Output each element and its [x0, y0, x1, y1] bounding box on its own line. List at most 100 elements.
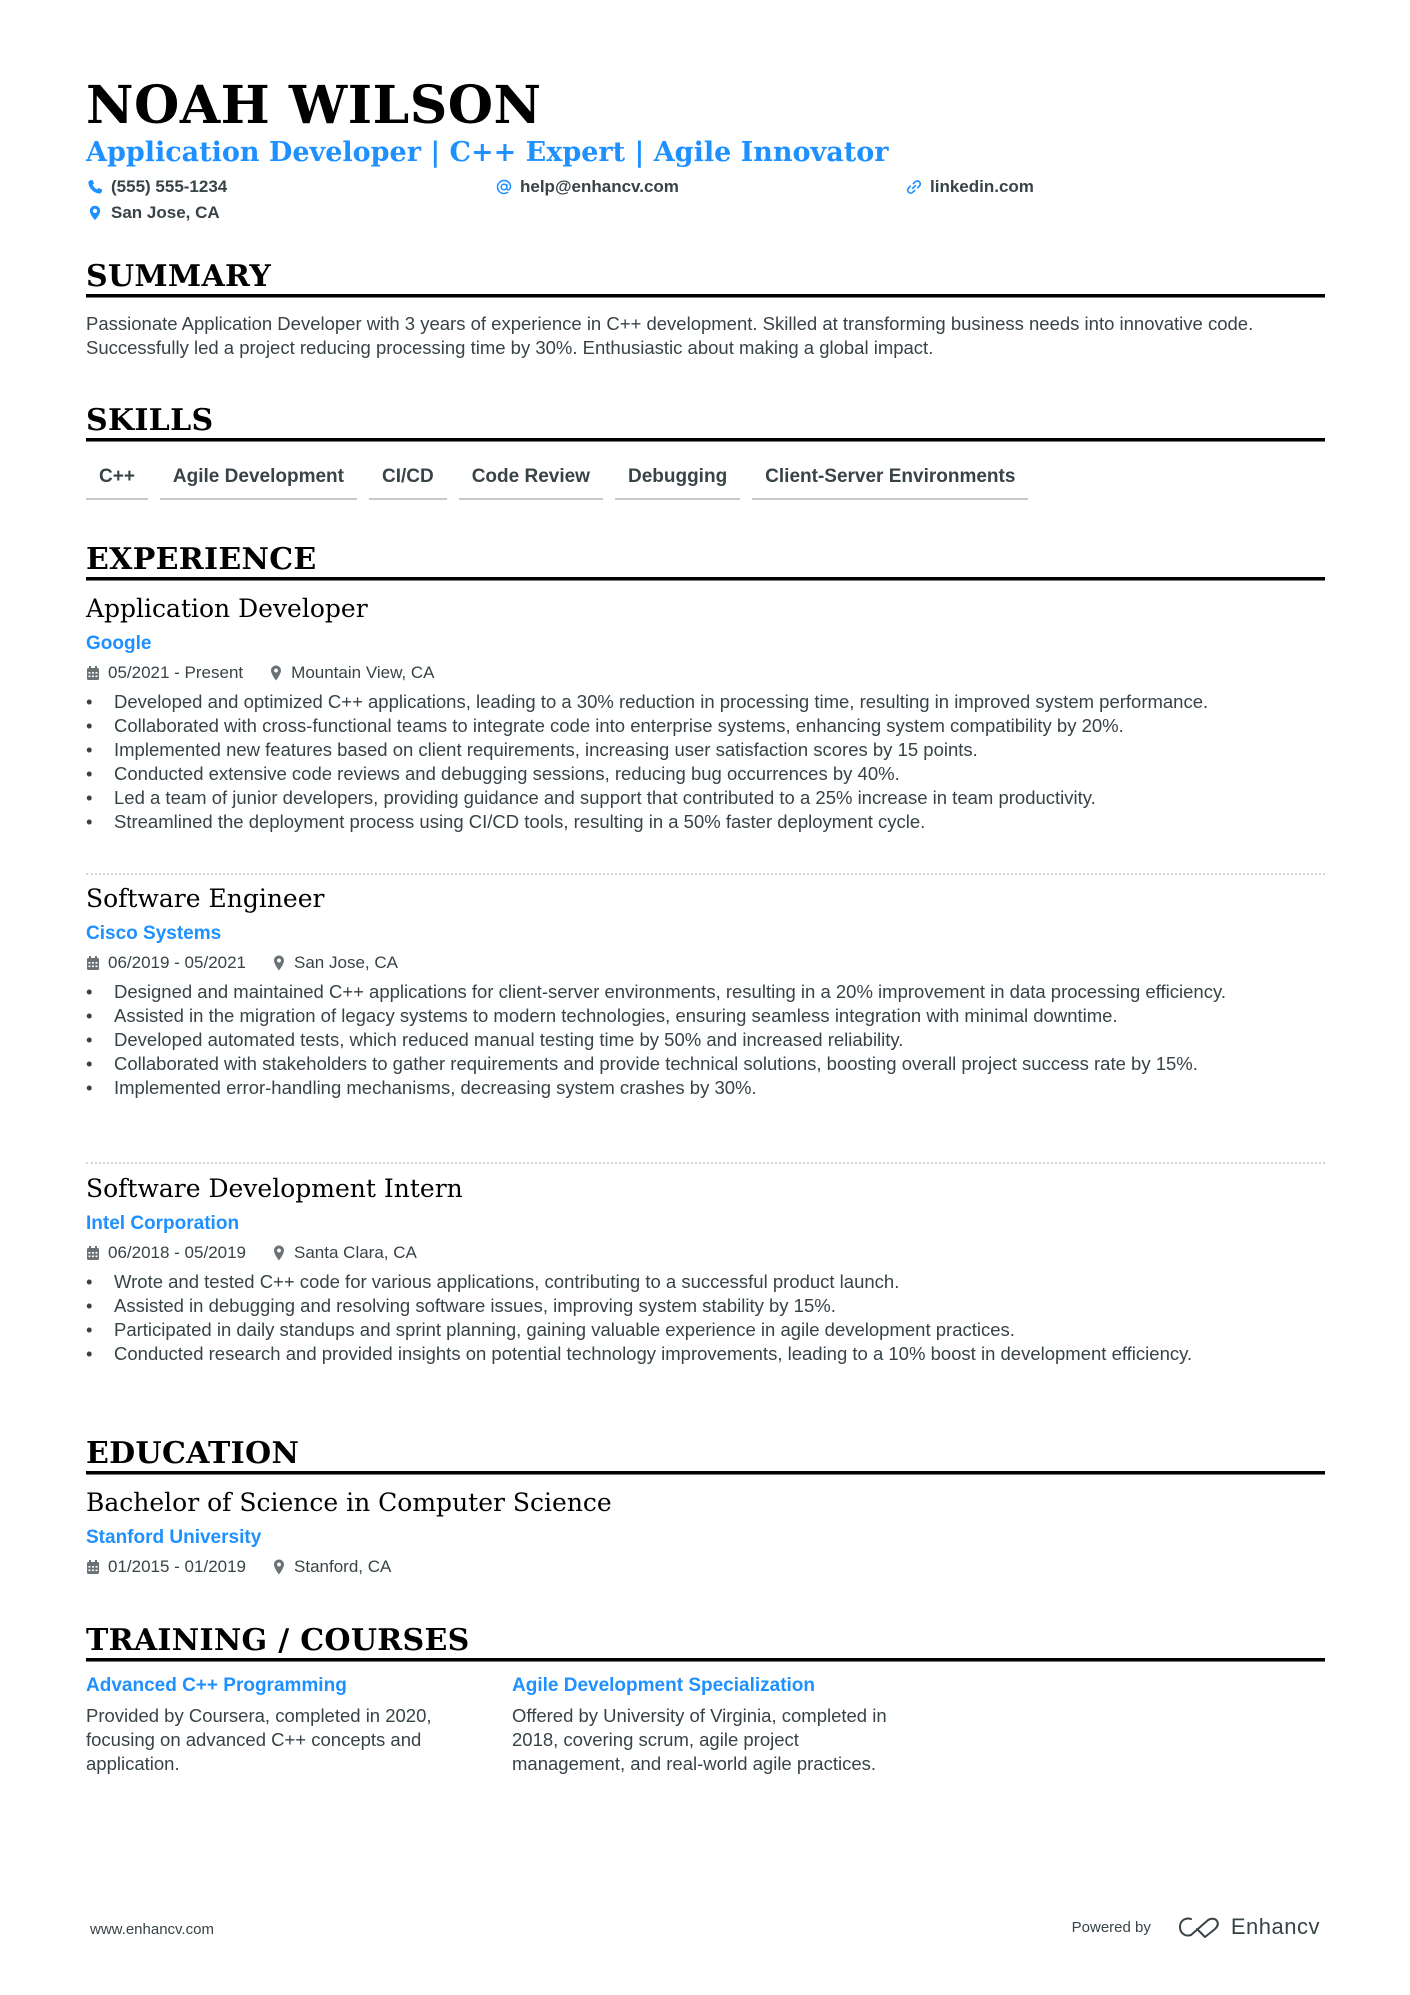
skill-tag: Debugging — [614, 462, 741, 500]
calendar-icon — [87, 1560, 99, 1574]
education-rule — [86, 1471, 1325, 1475]
candidate-name: NOAH WILSON — [86, 75, 542, 136]
calendar-icon — [87, 666, 99, 680]
calendar-icon — [87, 956, 99, 970]
job-bullets: Designed and maintained C++ applications… — [86, 980, 1325, 1100]
course-entry: Advanced C++ Programming Provided by Cou… — [86, 1672, 456, 1776]
job-title: Software Engineer — [86, 884, 325, 913]
location-text: San Jose, CA — [111, 203, 220, 222]
job-location-text: San Jose, CA — [294, 953, 398, 972]
bullet-item: Collaborated with cross-functional teams… — [86, 714, 1325, 738]
skill-tag: Code Review — [458, 462, 603, 500]
job-bullets: Wrote and tested C++ code for various ap… — [86, 1270, 1325, 1366]
skills-heading: SKILLS — [86, 403, 214, 438]
job-location: Mountain View, CA — [269, 660, 434, 686]
job-title: Application Developer — [86, 594, 368, 623]
skill-tag: C++ — [86, 462, 148, 500]
education-location: Stanford, CA — [272, 1554, 391, 1580]
education-dates: 01/2015 - 01/2019 — [86, 1554, 246, 1580]
phone-icon — [86, 178, 104, 196]
location-pin-icon — [274, 955, 285, 971]
education-dates-text: 01/2015 - 01/2019 — [108, 1557, 247, 1576]
experience-entry: Software Development Intern Intel Corpor… — [86, 1172, 1325, 1366]
experience-entry: Application Developer Google 05/2021 - P… — [86, 592, 1325, 834]
experience-heading: EXPERIENCE — [86, 542, 317, 577]
education-location-text: Stanford, CA — [294, 1557, 392, 1576]
job-meta: 05/2021 - Present Mountain View, CA — [86, 660, 1325, 686]
skill-tag: Agile Development — [159, 462, 357, 500]
job-dates: 05/2021 - Present — [86, 660, 243, 686]
course-entry: Agile Development Specialization Offered… — [512, 1672, 912, 1776]
location-pin-icon — [274, 1245, 285, 1261]
company-name: Intel Corporation — [86, 1213, 240, 1234]
course-title: Advanced C++ Programming — [86, 1675, 347, 1696]
skill-tag: Client-Server Environments — [752, 462, 1029, 500]
job-dates-text: 06/2018 - 05/2019 — [108, 1243, 247, 1262]
location-icon — [86, 204, 104, 222]
job-location-text: Mountain View, CA — [291, 663, 435, 682]
bullet-item: Developed automated tests, which reduced… — [86, 1028, 1325, 1052]
company-name: Google — [86, 633, 152, 654]
footer-powered-by: Powered by Enhancv — [1072, 1914, 1320, 1940]
bullet-item: Conducted extensive code reviews and deb… — [86, 762, 1325, 786]
contact-phone: (555) 555-1234 — [86, 176, 227, 198]
enhancv-brand-text: Enhancv — [1230, 1914, 1320, 1939]
school-name: Stanford University — [86, 1527, 262, 1548]
entry-divider — [86, 1162, 1325, 1164]
job-bullets: Developed and optimized C++ applications… — [86, 690, 1325, 834]
bullet-item: Led a team of junior developers, providi… — [86, 786, 1325, 810]
job-dates-text: 06/2019 - 05/2021 — [108, 953, 247, 972]
course-description: Offered by University of Virginia, compl… — [512, 1705, 887, 1774]
job-meta: 06/2018 - 05/2019 Santa Clara, CA — [86, 1240, 1325, 1266]
bullet-item: Implemented error-handling mechanisms, d… — [86, 1076, 1325, 1100]
job-location: Santa Clara, CA — [272, 1240, 417, 1266]
skills-list: C++ Agile Development CI/CD Code Review … — [86, 462, 1029, 500]
education-heading: EDUCATION — [86, 1436, 300, 1471]
bullet-item: Participated in daily standups and sprin… — [86, 1318, 1325, 1342]
entry-divider — [86, 873, 1325, 875]
bullet-item: Conducted research and provided insights… — [86, 1342, 1325, 1366]
bullet-item: Collaborated with stakeholders to gather… — [86, 1052, 1325, 1076]
contact-location: San Jose, CA — [86, 202, 220, 224]
job-dates: 06/2018 - 05/2019 — [86, 1240, 246, 1266]
education-meta: 01/2015 - 01/2019 Stanford, CA — [86, 1554, 1325, 1580]
experience-rule — [86, 577, 1325, 581]
skills-rule — [86, 438, 1325, 442]
summary-rule — [86, 294, 1325, 298]
skill-tag: CI/CD — [368, 462, 447, 500]
job-title: Software Development Intern — [86, 1174, 463, 1203]
candidate-headline: Application Developer | C++ Expert | Agi… — [86, 137, 889, 168]
education-entry: Bachelor of Science in Computer Science … — [86, 1486, 1325, 1580]
linkedin-link[interactable]: linkedin.com — [930, 176, 1034, 198]
email-link[interactable]: help@enhancv.com — [520, 176, 679, 198]
course-description: Provided by Coursera, completed in 2020,… — [86, 1705, 432, 1774]
contact-email[interactable]: help@enhancv.com — [495, 176, 679, 198]
course-title: Agile Development Specialization — [512, 1675, 816, 1696]
bullet-item: Streamlined the deployment process using… — [86, 810, 1325, 834]
bullet-item: Developed and optimized C++ applications… — [86, 690, 1325, 714]
job-location-text: Santa Clara, CA — [294, 1243, 417, 1262]
location-pin-icon — [271, 665, 282, 681]
enhancv-brand[interactable]: Enhancv — [1177, 1914, 1320, 1940]
training-heading: TRAINING / COURSES — [86, 1623, 470, 1658]
enhancv-logo-icon — [1178, 1917, 1219, 1938]
job-location: San Jose, CA — [272, 950, 398, 976]
training-rule — [86, 1658, 1325, 1662]
bullet-item: Implemented new features based on client… — [86, 738, 1325, 762]
job-dates-text: 05/2021 - Present — [108, 663, 244, 682]
bullet-item: Wrote and tested C++ code for various ap… — [86, 1270, 1325, 1294]
location-pin-icon — [274, 1559, 285, 1575]
footer-website[interactable]: www.enhancv.com — [90, 1920, 214, 1940]
company-name: Cisco Systems — [86, 923, 222, 944]
calendar-icon — [87, 1246, 99, 1260]
bullet-item: Assisted in debugging and resolving soft… — [86, 1294, 1325, 1318]
job-dates: 06/2019 - 05/2021 — [86, 950, 246, 976]
degree-title: Bachelor of Science in Computer Science — [86, 1488, 612, 1517]
bullet-item: Designed and maintained C++ applications… — [86, 980, 1325, 1004]
experience-entry: Software Engineer Cisco Systems 06/2019 … — [86, 882, 1325, 1100]
powered-by-label: Powered by — [1071, 1918, 1151, 1936]
phone-text: (555) 555-1234 — [111, 177, 228, 196]
summary-heading: SUMMARY — [86, 259, 272, 294]
job-meta: 06/2019 - 05/2021 San Jose, CA — [86, 950, 1325, 976]
contact-linkedin[interactable]: linkedin.com — [905, 176, 1034, 198]
